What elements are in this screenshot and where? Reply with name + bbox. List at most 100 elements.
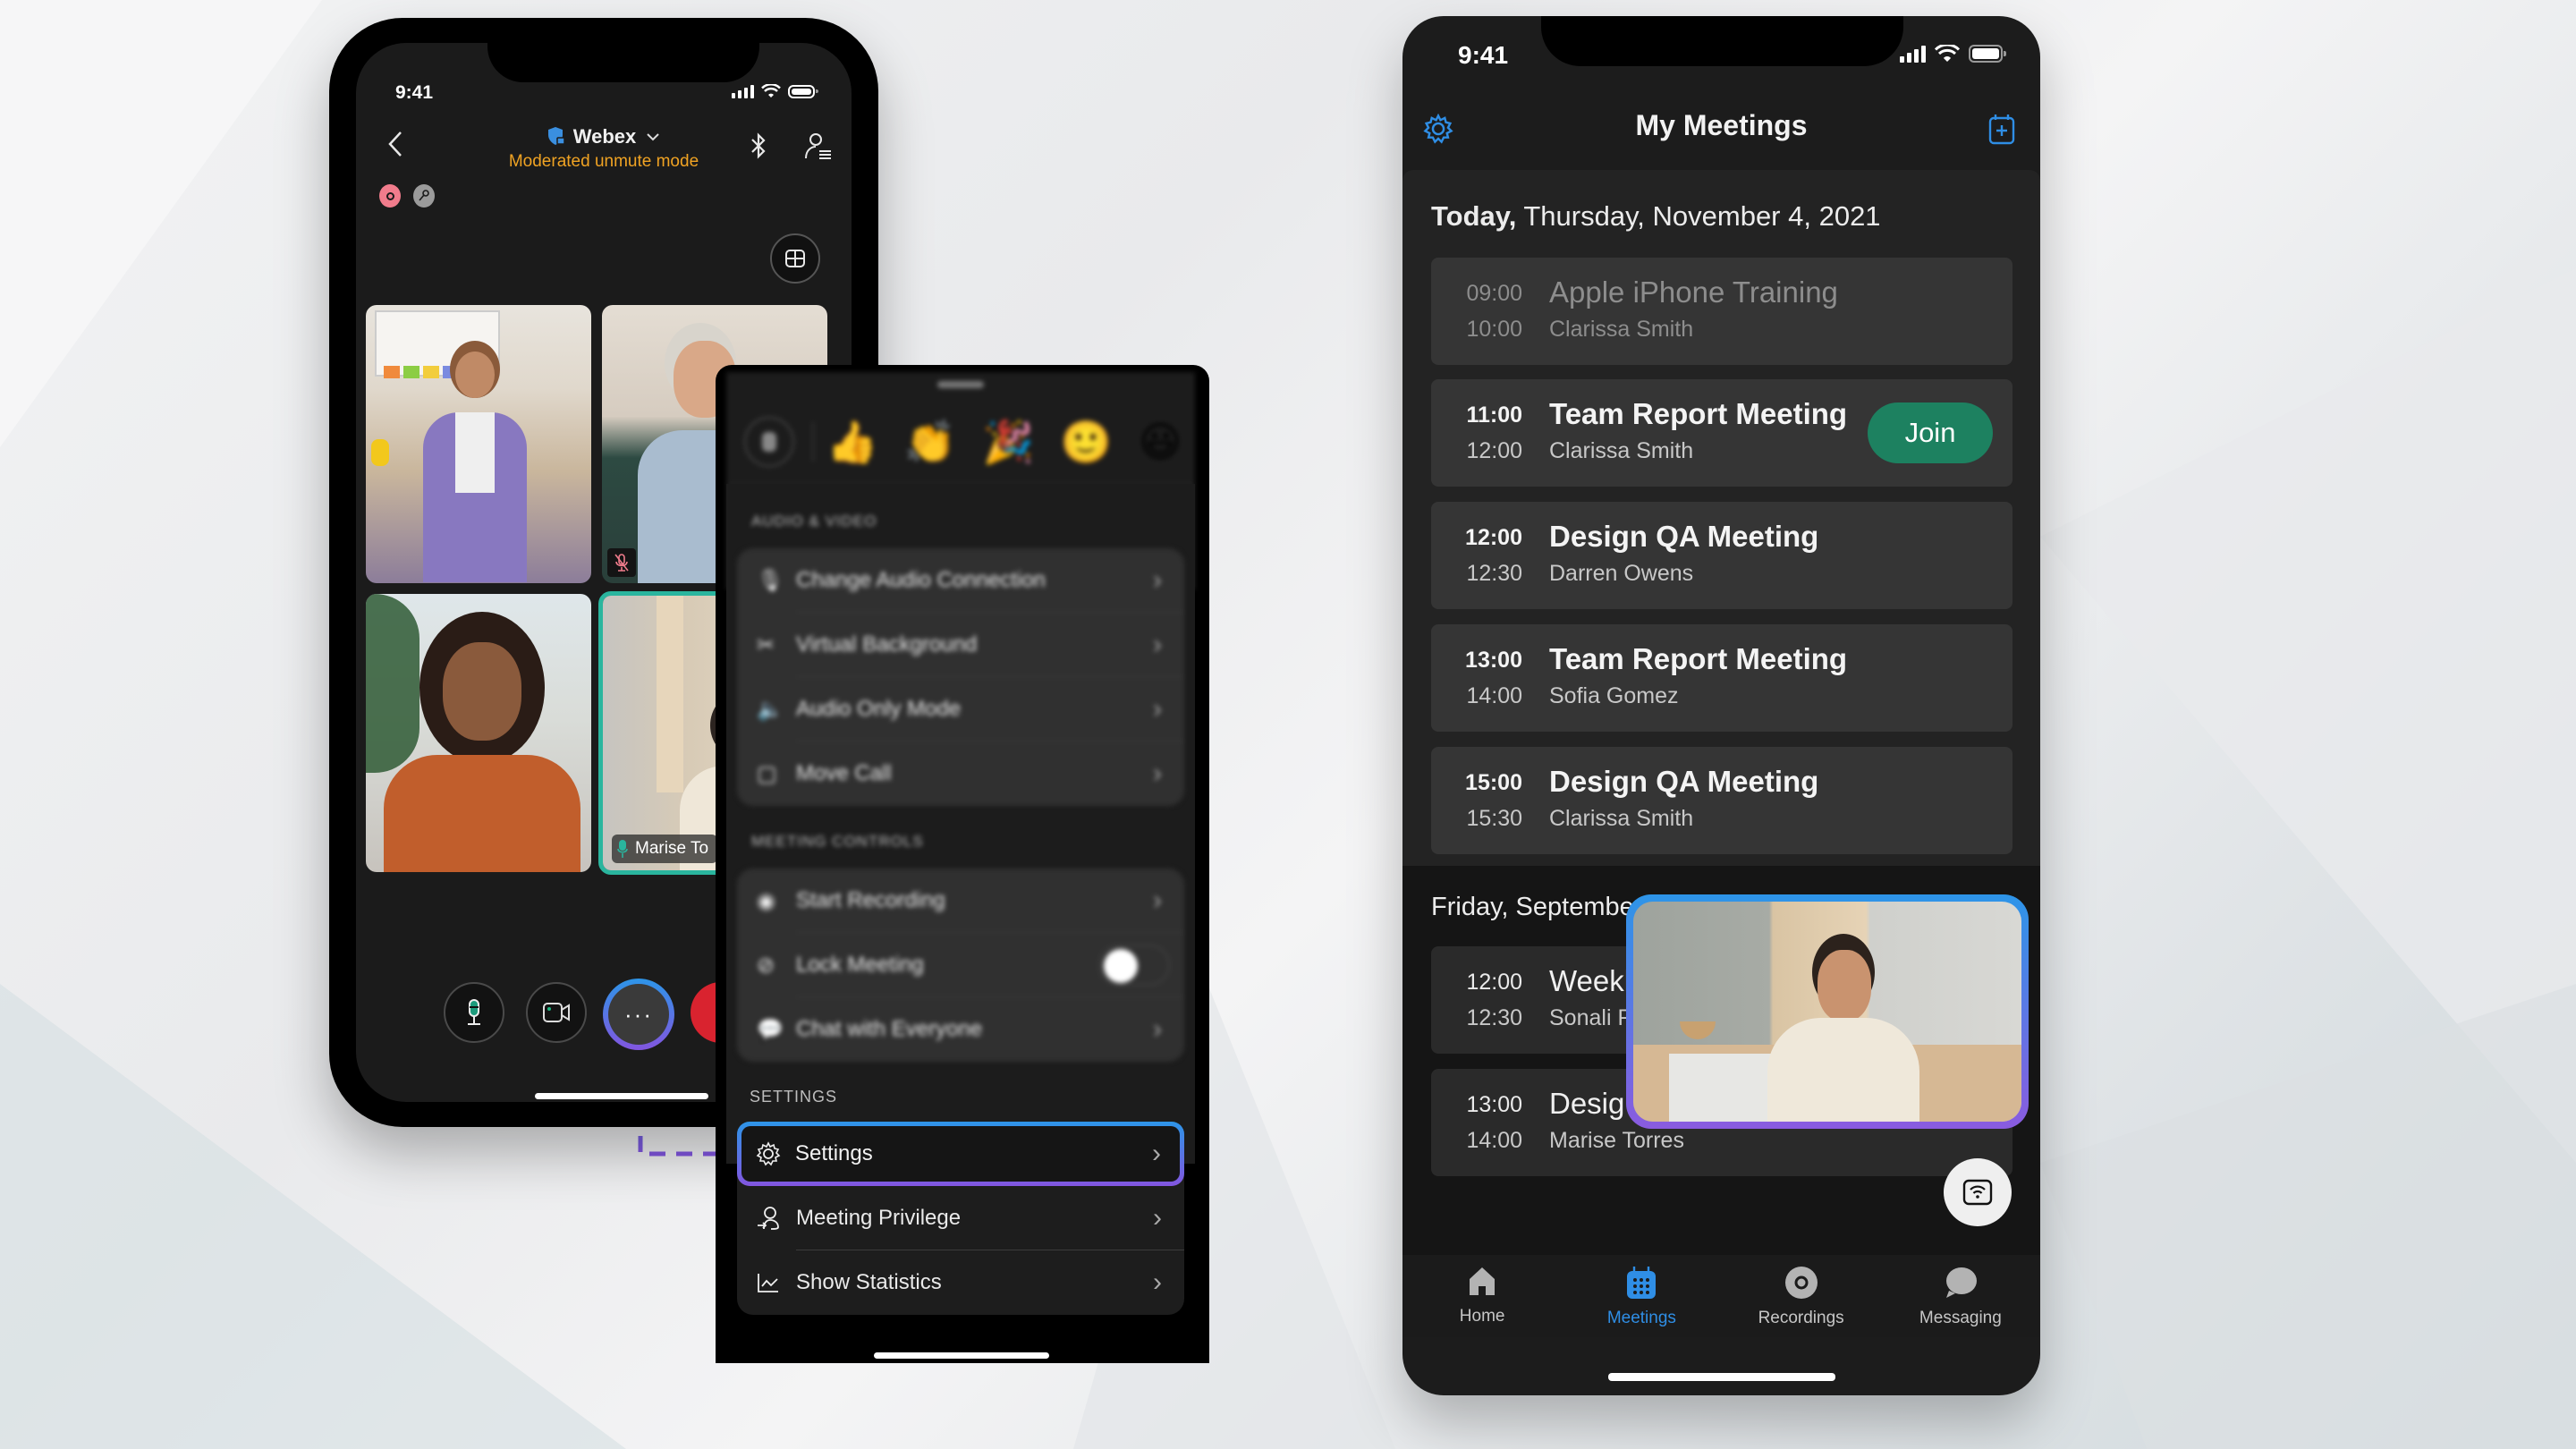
bluetooth-icon	[751, 132, 766, 159]
meeting-mode-subtitle: Moderated unmute mode	[508, 152, 699, 171]
raise-hand-icon	[762, 432, 776, 452]
key-icon	[419, 190, 429, 201]
page-title: My Meetings	[1635, 109, 1808, 141]
menu-item-virtual-background[interactable]: ✂ Virtual Background ›	[737, 613, 1184, 677]
meeting-host: Clarissa Smith	[1549, 438, 1694, 463]
meeting-end-time: 12:00	[1466, 438, 1522, 463]
audio-video-group: 🎙 Change Audio Connection › ✂ Virtual Backg…	[737, 548, 1184, 806]
chevron-right-icon: ›	[1153, 886, 1162, 915]
reaction-wow[interactable]: 😮	[1208, 413, 1209, 470]
microphone-icon	[468, 999, 480, 1025]
notch	[487, 43, 759, 82]
pip-video[interactable]	[1626, 894, 2029, 1129]
meeting-host: Clarissa Smith	[1549, 317, 1694, 342]
meeting-end-time: 14:00	[1466, 683, 1522, 708]
schedule-meeting-button[interactable]	[1982, 107, 2021, 150]
tab-meetings[interactable]: Meetings	[1562, 1255, 1721, 1337]
tab-bar: Home Meetings Recordings Messaging	[1402, 1255, 2040, 1337]
signal-icon	[732, 84, 754, 98]
home-indicator	[535, 1093, 708, 1099]
meeting-title: Design QA Meeting	[1549, 520, 1819, 553]
meeting-start-time: 11:00	[1466, 402, 1522, 428]
meeting-title: Apple iPhone Training	[1549, 275, 1838, 309]
meeting-title-dropdown[interactable]: Webex	[356, 125, 852, 148]
home-indicator	[874, 1352, 1049, 1359]
calendar-icon	[1627, 1267, 1657, 1299]
meeting-title: Team Report Meeting	[1549, 397, 1848, 430]
reaction-grin[interactable]: 😃	[1139, 413, 1182, 470]
section-label-meeting-controls: MEETING CONTROLS	[751, 833, 924, 850]
chevron-right-icon: ›	[1153, 1203, 1162, 1233]
reaction-smile[interactable]: 🙂	[1061, 413, 1112, 470]
video-tile[interactable]	[366, 594, 591, 872]
section-label-audio-video: AUDIO & VIDEO	[751, 513, 877, 530]
proximity-share-button[interactable]	[1944, 1158, 2012, 1226]
meeting-start-time: 12:00	[1465, 525, 1522, 550]
gear-icon	[756, 1141, 795, 1166]
tab-messaging[interactable]: Messaging	[1881, 1255, 2040, 1337]
settings-label: Settings	[795, 1141, 873, 1165]
meeting-title: Design QA Meeting	[1549, 765, 1819, 798]
reaction-thumbs-up[interactable]: 👍	[826, 413, 877, 470]
pip-video-feed	[1633, 902, 2021, 1122]
status-time: 9:41	[1458, 41, 1509, 69]
lock-meeting-toggle[interactable]	[1098, 945, 1170, 986]
layout-button[interactable]	[770, 233, 820, 284]
statistics-chart-icon	[757, 1272, 796, 1293]
chevron-right-icon: ›	[1153, 630, 1162, 659]
bluetooth-button[interactable]	[741, 123, 776, 168]
tab-recordings[interactable]: Recordings	[1722, 1255, 1881, 1337]
menu-item-chat-everyone[interactable]: 💬 Chat with Everyone ›	[737, 997, 1184, 1062]
menu-item-show-statistics[interactable]: Show Statistics ›	[737, 1250, 1184, 1315]
participants-button[interactable]	[798, 123, 839, 168]
reaction-clap[interactable]: 👏	[904, 413, 955, 470]
record-icon	[386, 191, 394, 200]
menu-item-move-call[interactable]: ▢ Move Call ›	[737, 741, 1184, 806]
menu-item-change-audio[interactable]: 🎙 Change Audio Connection ›	[737, 548, 1184, 613]
video-tile[interactable]	[366, 305, 591, 583]
join-button[interactable]: Join	[1868, 402, 1993, 463]
battery-icon	[788, 84, 818, 98]
locked-badge	[413, 184, 435, 208]
status-time: 9:41	[395, 82, 434, 103]
menu-item-lock-meeting[interactable]: ⊘ Lock Meeting	[737, 933, 1184, 997]
sheet-grabber	[937, 381, 984, 388]
menu-item-meeting-privilege[interactable]: Meeting Privilege ›	[737, 1186, 1184, 1250]
menu-item-audio-only[interactable]: 🔈 Audio Only Mode ›	[737, 677, 1184, 741]
menu-item-settings-selected[interactable]: Settings ›	[737, 1122, 1184, 1186]
record-icon: ◉	[757, 888, 775, 913]
meeting-host: Sofia Gomez	[1549, 683, 1679, 708]
meeting-item[interactable]: 13:00 14:00 Team Report Meeting Sofia Go…	[1431, 624, 2012, 732]
status-icons	[732, 84, 818, 98]
meeting-end-time: 12:30	[1466, 561, 1522, 586]
chevron-right-icon: ›	[1153, 1267, 1162, 1297]
video-button[interactable]	[526, 982, 587, 1043]
chevron-right-icon: ›	[1153, 565, 1162, 595]
meeting-item[interactable]: 09:00 10:00 Apple iPhone Training Claris…	[1431, 258, 2012, 365]
meeting-item[interactable]: 15:00 15:30 Design QA Meeting Clarissa S…	[1431, 747, 2012, 854]
menu-item-start-recording[interactable]: ◉ Start Recording ›	[737, 869, 1184, 933]
wifi-icon	[761, 84, 781, 97]
divider	[812, 422, 814, 462]
chevron-right-icon: ›	[1153, 758, 1162, 788]
camera-icon	[543, 1003, 570, 1022]
mute-button[interactable]	[444, 982, 504, 1043]
muted-indicator	[607, 548, 636, 577]
grid-layout-icon	[785, 250, 805, 267]
tab-home[interactable]: Home	[1402, 1255, 1562, 1337]
reaction-celebrate[interactable]: 🎉	[983, 413, 1034, 470]
meeting-item[interactable]: 11:00 12:00 Team Report Meeting Clarissa…	[1431, 379, 2012, 487]
meeting-item[interactable]: 12:00 12:30 Design QA Meeting Darren Owe…	[1431, 502, 2012, 609]
meeting-privilege-icon	[757, 1206, 796, 1231]
virtual-background-icon: ✂	[757, 632, 775, 657]
raise-hand-button[interactable]	[744, 417, 794, 467]
meeting-end-time: 15:30	[1466, 806, 1522, 831]
mic-muted-icon	[614, 554, 629, 572]
move-call-icon: ▢	[757, 761, 777, 786]
meeting-start-time: 09:00	[1466, 281, 1522, 306]
chevron-right-icon: ›	[1153, 694, 1162, 724]
meeting-title: Webex	[572, 125, 637, 148]
proximity-icon	[1962, 1179, 1993, 1206]
chat-bubble-icon	[1945, 1267, 1977, 1298]
more-options-button[interactable]: ···	[603, 979, 674, 1050]
